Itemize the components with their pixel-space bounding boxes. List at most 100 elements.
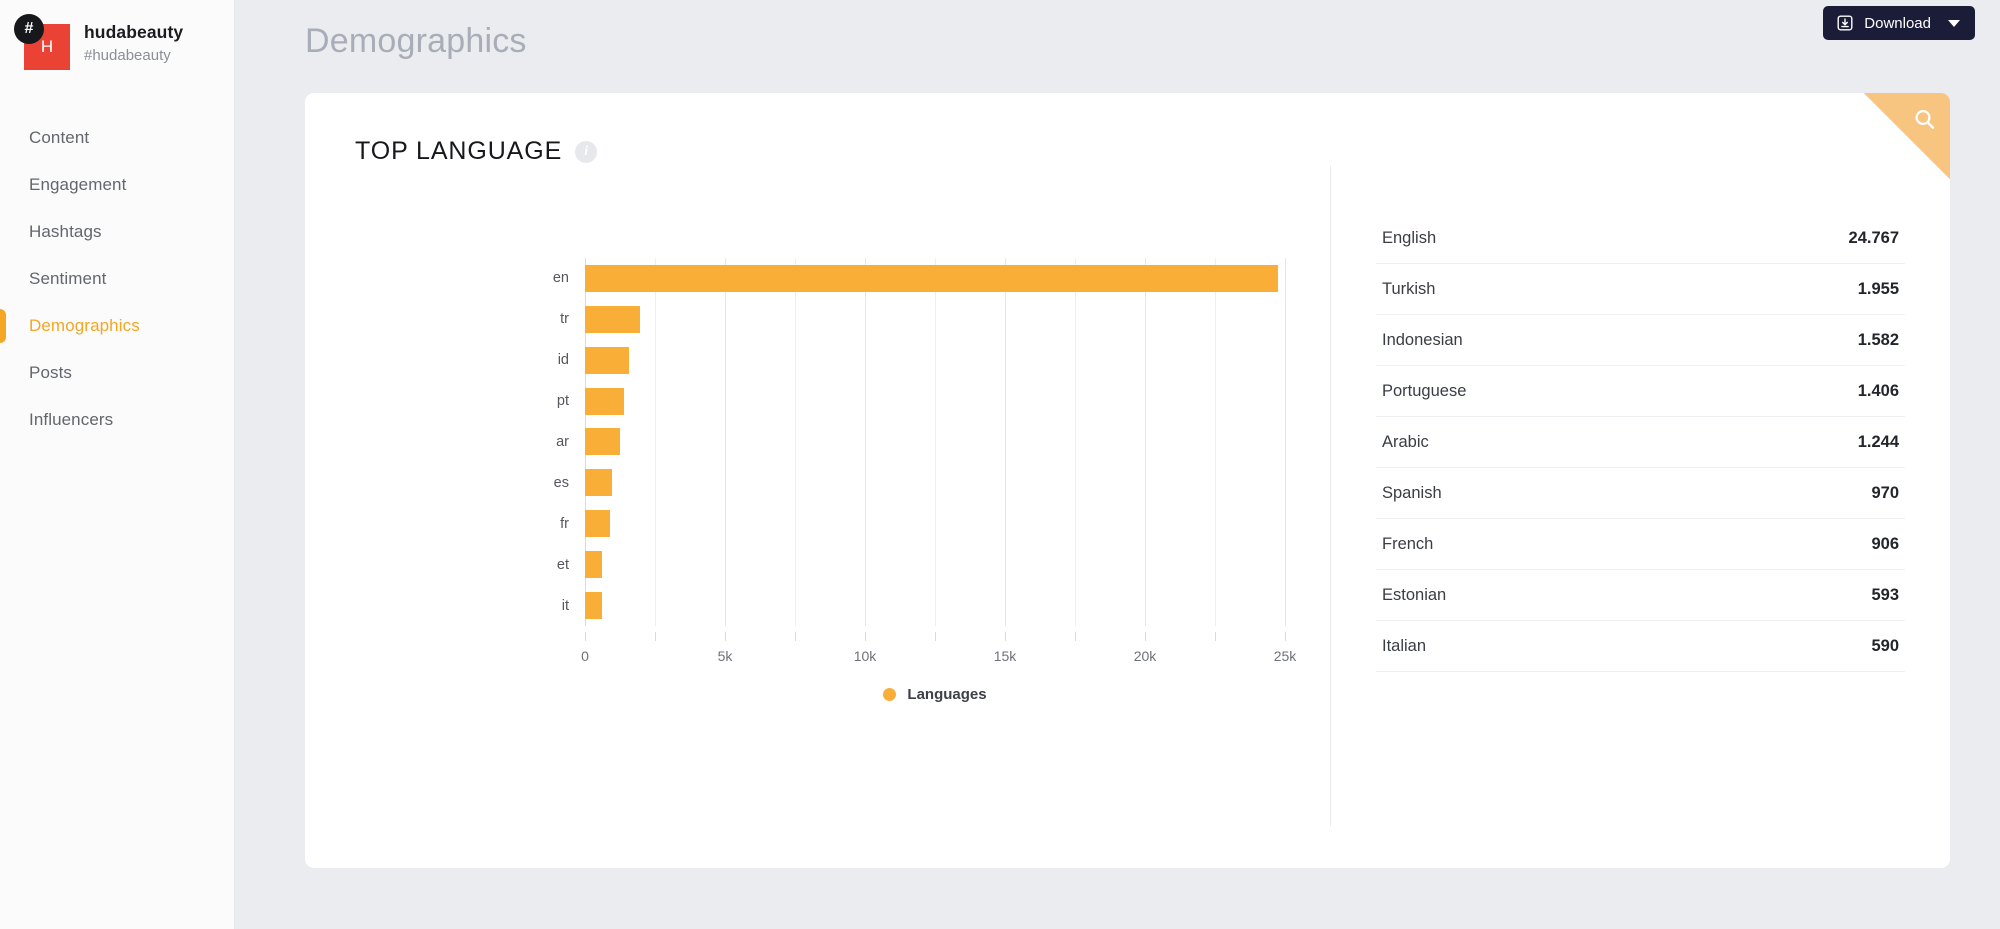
x-axis-tick bbox=[655, 632, 656, 641]
chart-bar[interactable] bbox=[585, 551, 602, 579]
chart-bar-row: fr bbox=[560, 503, 1285, 544]
list-item-name: Spanish bbox=[1382, 483, 1442, 502]
chart-bar-row: tr bbox=[560, 299, 1285, 340]
search-corner-button[interactable] bbox=[1864, 93, 1950, 179]
chart-bar[interactable] bbox=[585, 510, 611, 538]
chart-bar-row: id bbox=[558, 340, 1285, 381]
language-bar-chart: en tr id pt ar es fr et it 0 5k 10k 15k 20k 25k Langu… bbox=[305, 166, 1330, 826]
chevron-down-icon bbox=[1948, 19, 1960, 27]
top-language-card: TOP LANGUAGE i en tr id pt ar es fr et it 0 5k 10k… bbox=[305, 93, 1950, 868]
list-item[interactable]: Turkish 1.955 bbox=[1376, 264, 1905, 315]
page-title: Demographics bbox=[305, 22, 527, 60]
chart-bars: en tr id pt ar es fr et it bbox=[553, 258, 1285, 626]
chart-bar-row: it bbox=[562, 585, 1285, 626]
bar-category-label: fr bbox=[560, 515, 569, 532]
sidebar-item-engagement[interactable]: Engagement bbox=[0, 161, 234, 208]
x-axis-tick-label: 0 bbox=[581, 648, 589, 664]
chart-bar-row: ar bbox=[556, 422, 1285, 463]
chart-bar[interactable] bbox=[585, 592, 602, 620]
card-title: TOP LANGUAGE bbox=[355, 137, 563, 165]
sidebar-item-label: Hashtags bbox=[29, 221, 102, 241]
sidebar-item-demographics[interactable]: Demographics bbox=[0, 302, 234, 349]
list-item-name: Arabic bbox=[1382, 432, 1429, 451]
card-body: en tr id pt ar es fr et it 0 5k 10k 15k 20k 25k Langu… bbox=[305, 166, 1950, 826]
bar-category-label: id bbox=[557, 352, 569, 369]
app-root: H # hudabeauty #hudabeauty Content Engage… bbox=[0, 0, 2000, 929]
bar-category-label: ar bbox=[556, 433, 569, 450]
x-axis-tick bbox=[1145, 632, 1146, 641]
sidebar-nav: Content Engagement Hashtags Sentiment Demogr… bbox=[0, 114, 234, 443]
chart-bar[interactable] bbox=[585, 387, 625, 415]
list-item-value: 906 bbox=[1871, 534, 1899, 553]
x-axis-tick-label: 10k bbox=[853, 648, 877, 664]
x-axis-tick bbox=[725, 632, 726, 641]
list-item-name: English bbox=[1382, 228, 1437, 247]
card-header: TOP LANGUAGE i bbox=[305, 93, 1950, 166]
chart-bar-row: pt bbox=[557, 381, 1285, 422]
chart-bar-row: et bbox=[557, 544, 1285, 585]
chart-bar[interactable] bbox=[585, 469, 613, 497]
sidebar-item-posts[interactable]: Posts bbox=[0, 349, 234, 396]
sidebar-item-label: Posts bbox=[29, 362, 73, 382]
list-item[interactable]: Portuguese 1.406 bbox=[1376, 366, 1905, 417]
list-item[interactable]: French 906 bbox=[1376, 519, 1905, 570]
sidebar: H # hudabeauty #hudabeauty Content Engage… bbox=[0, 0, 235, 929]
x-axis-tick-label: 5k bbox=[717, 648, 733, 664]
sidebar-item-content[interactable]: Content bbox=[0, 114, 234, 161]
list-item-value: 590 bbox=[1871, 636, 1899, 655]
x-axis-tick-label: 25k bbox=[1273, 648, 1297, 664]
bar-category-label: es bbox=[553, 474, 569, 491]
list-item-name: Indonesian bbox=[1382, 330, 1463, 349]
list-item-name: Portuguese bbox=[1382, 381, 1467, 400]
list-item[interactable]: Arabic 1.244 bbox=[1376, 417, 1905, 468]
x-axis-tick bbox=[935, 632, 936, 641]
list-item-value: 1.244 bbox=[1857, 432, 1899, 451]
x-axis-tick bbox=[1215, 632, 1216, 641]
list-item-value: 1.955 bbox=[1857, 279, 1899, 298]
avatar: H # bbox=[14, 14, 70, 70]
chart-bar[interactable] bbox=[585, 346, 630, 374]
sidebar-item-label: Demographics bbox=[29, 315, 140, 335]
profile-text: hudabeauty #hudabeauty bbox=[84, 22, 183, 66]
bar-category-label: it bbox=[561, 597, 569, 614]
list-item[interactable]: Italian 590 bbox=[1376, 621, 1905, 672]
download-icon bbox=[1837, 15, 1853, 31]
list-item[interactable]: Indonesian 1.582 bbox=[1376, 315, 1905, 366]
sidebar-item-label: Engagement bbox=[29, 174, 127, 194]
chart-legend: Languages bbox=[585, 686, 1285, 703]
x-axis-tick-label: 20k bbox=[1133, 648, 1157, 664]
bar-category-label: tr bbox=[560, 311, 569, 328]
sidebar-item-influencers[interactable]: Influencers bbox=[0, 396, 234, 443]
x-axis-tick bbox=[585, 632, 586, 641]
legend-label: Languages bbox=[907, 686, 987, 703]
download-label: Download bbox=[1864, 14, 1931, 32]
info-icon[interactable]: i bbox=[575, 140, 598, 163]
list-item[interactable]: English 24.767 bbox=[1376, 213, 1905, 264]
sidebar-item-sentiment[interactable]: Sentiment bbox=[0, 255, 234, 302]
hashtag-icon: # bbox=[14, 14, 44, 44]
bar-category-label: en bbox=[552, 270, 569, 287]
bar-category-label: pt bbox=[556, 393, 569, 410]
x-axis-tick bbox=[795, 632, 796, 641]
sidebar-item-label: Content bbox=[29, 127, 90, 147]
download-button[interactable]: Download bbox=[1823, 6, 1975, 40]
list-item-value: 24.767 bbox=[1848, 228, 1899, 247]
list-item-name: Turkish bbox=[1382, 279, 1436, 298]
legend-color-dot bbox=[883, 688, 897, 701]
chart-bar[interactable] bbox=[585, 428, 620, 456]
chart-bar[interactable] bbox=[585, 264, 1279, 292]
topbar: Demographics Download bbox=[235, 0, 2000, 64]
profile-name: hudabeauty bbox=[84, 21, 184, 42]
x-axis-tick bbox=[1005, 632, 1006, 641]
chart-x-axis: 0 5k 10k 15k 20k 25k bbox=[581, 632, 1296, 672]
main-content: Demographics Download TOP LANGUAGE i en … bbox=[235, 0, 2000, 929]
chart-bar-row: en bbox=[553, 258, 1285, 299]
list-item-name: Estonian bbox=[1382, 585, 1447, 604]
list-item[interactable]: Spanish 970 bbox=[1376, 468, 1905, 519]
sidebar-item-hashtags[interactable]: Hashtags bbox=[0, 208, 234, 255]
chart-bar[interactable] bbox=[585, 305, 640, 333]
gridline bbox=[1285, 258, 1286, 626]
list-item-name: French bbox=[1382, 534, 1434, 553]
list-item-value: 970 bbox=[1871, 483, 1899, 502]
list-item[interactable]: Estonian 593 bbox=[1376, 570, 1905, 621]
